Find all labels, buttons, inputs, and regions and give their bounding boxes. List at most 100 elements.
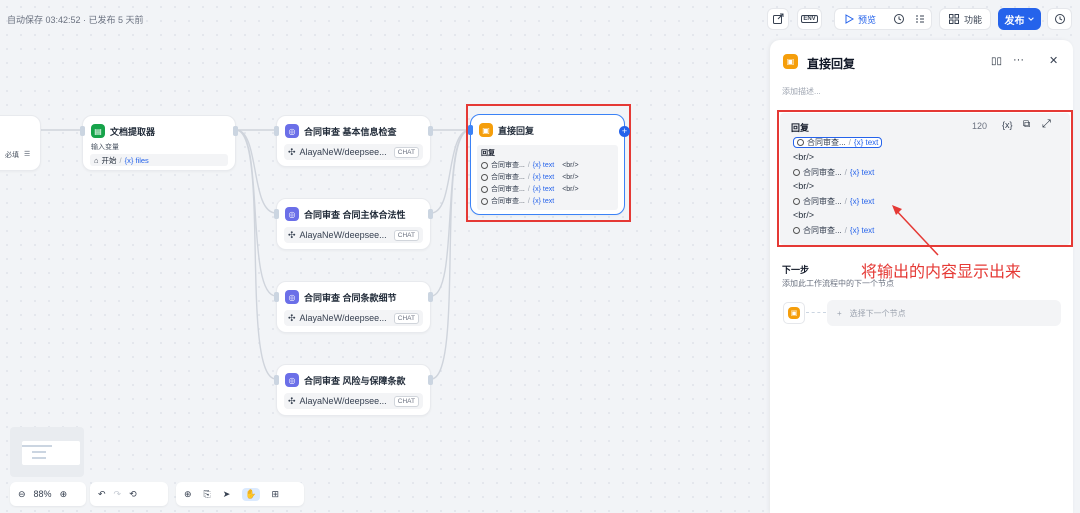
br-tag: <br/> xyxy=(562,185,579,193)
chat-badge: CHAT xyxy=(393,312,419,324)
node-title: 合同审查 合同条款细节 xyxy=(304,292,397,303)
node-title: 合同审查 合同主体合法性 xyxy=(304,209,406,220)
source-node-label: 开始 xyxy=(101,155,117,165)
output-handle[interactable] xyxy=(428,292,433,302)
output-handle[interactable] xyxy=(428,375,433,385)
minimap[interactable] xyxy=(10,427,84,477)
llm-node-clause-details[interactable]: ◎ 合同审查 合同条款细节 ✣ AlayaNeW/deepsee... CHAT xyxy=(274,281,433,333)
llm-icon: ◎ xyxy=(285,373,299,387)
edge-extractor-llm4 xyxy=(235,129,277,380)
edge-llm2-reply xyxy=(430,129,471,214)
next-step-title: 下一步 xyxy=(782,265,810,275)
close-icon[interactable]: ✕ xyxy=(1049,54,1058,67)
share-button[interactable] xyxy=(767,8,789,30)
model-name: AlayaNeW/deepsee... xyxy=(299,313,387,323)
annotation-text: 将输出的内容显示出来 xyxy=(861,264,1022,281)
undo-icon[interactable]: ↶ xyxy=(98,489,106,500)
llm-node-basic-info[interactable]: ◎ 合同审查 基本信息检查 ✣ AlayaNeW/deepsee... CHAT xyxy=(274,115,433,167)
list-icon: ☰ xyxy=(24,151,31,158)
output-handle[interactable] xyxy=(233,126,238,136)
llm-ref-icon xyxy=(481,197,488,205)
input-handle[interactable] xyxy=(274,292,279,302)
reply-icon: ▣ xyxy=(783,54,798,69)
reply-row: 合同审查... / {x} text <br/> xyxy=(481,159,614,171)
model-icon: ✣ xyxy=(288,229,296,240)
organize-icon[interactable]: ⊞ xyxy=(272,489,280,500)
input-handle[interactable] xyxy=(274,375,279,385)
run-history-icon[interactable] xyxy=(893,13,905,25)
llm-node-subject-legality[interactable]: ◎ 合同审查 合同主体合法性 ✣ AlayaNeW/deepsee... CHA… xyxy=(274,198,433,250)
input-handle[interactable] xyxy=(468,125,473,135)
ref-variable: {x} text xyxy=(532,185,555,193)
preview-button[interactable]: 预览 xyxy=(843,13,876,26)
br-tag: <br/> xyxy=(562,161,579,169)
model-icon: ✣ xyxy=(288,395,296,406)
direct-reply-node[interactable]: ▣ 直接回复 回复 合同审查... / {x} text <br/> 合同审查.… xyxy=(468,114,630,215)
ref-variable: {x} text xyxy=(532,197,555,205)
add-next-node-icon[interactable]: + xyxy=(619,126,630,137)
ref-variable: {x} text xyxy=(532,173,555,181)
history-icon[interactable]: ⟲ xyxy=(129,489,137,500)
reply-icon: ▣ xyxy=(788,307,800,319)
zoom-in-icon[interactable]: ⊕ xyxy=(60,489,68,500)
description-field[interactable]: 添加描述... xyxy=(782,86,821,97)
output-handle[interactable] xyxy=(428,126,433,136)
input-handle[interactable] xyxy=(274,126,279,136)
ref-node: 合同审查... xyxy=(491,186,525,193)
history-icon xyxy=(1054,14,1065,24)
model-name: AlayaNeW/deepsee... xyxy=(299,147,387,157)
more-icon[interactable]: ··· xyxy=(1013,54,1024,66)
annotation-arrow xyxy=(892,205,939,256)
history-controls: ↶ ↷ ⟲ xyxy=(90,482,168,506)
hand-icon[interactable]: ✋ xyxy=(242,487,260,501)
reply-row: 合同审查... / {x} text <br/> xyxy=(481,183,614,195)
checklist-icon[interactable] xyxy=(914,13,926,25)
chevron-down-icon xyxy=(1027,17,1034,21)
reply-icon: ▣ xyxy=(479,123,493,137)
model-name: AlayaNeW/deepsee... xyxy=(299,396,387,406)
start-node[interactable]: 必填 ☰ xyxy=(0,115,41,171)
version-history-button[interactable] xyxy=(1047,8,1072,30)
ref-node: 合同审查... xyxy=(491,162,525,169)
reply-row: 合同审查... / {x} text <br/> xyxy=(481,171,614,183)
select-next-node-button[interactable]: + 选择下一个节点 xyxy=(827,300,1061,326)
preview-group: 预览 xyxy=(834,8,932,30)
redo-icon[interactable]: ↷ xyxy=(114,489,122,500)
model-name: AlayaNeW/deepsee... xyxy=(299,230,387,240)
zoom-out-icon[interactable]: ⊖ xyxy=(18,489,26,500)
add-node-icon[interactable]: ⊕ xyxy=(184,489,192,500)
llm-node-risk-guarantee[interactable]: ◎ 合同审查 风险与保障条款 ✣ AlayaNeW/deepsee... CHA… xyxy=(274,364,433,416)
reply-row: 合同审查... / {x} text xyxy=(481,195,614,207)
features-button[interactable]: 功能 xyxy=(939,8,991,30)
input-handle[interactable] xyxy=(274,209,279,219)
edge-llm4-reply xyxy=(430,129,471,380)
input-handle[interactable] xyxy=(80,126,85,136)
edge-extractor-llm2 xyxy=(235,129,277,214)
chat-badge: CHAT xyxy=(393,395,419,407)
env-button[interactable]: ENV xyxy=(797,8,822,30)
pointer-icon[interactable]: ➤ xyxy=(223,489,231,500)
llm-icon: ◎ xyxy=(285,124,299,138)
current-node-icon-box: ▣ xyxy=(783,302,805,324)
llm-ref-icon xyxy=(481,161,488,169)
book-icon[interactable]: ▯▯ xyxy=(991,56,1002,67)
plus-icon: + xyxy=(837,308,842,318)
llm-icon: ◎ xyxy=(285,290,299,304)
preview-label: 预览 xyxy=(858,14,877,25)
zoom-controls: ⊖ 88% ⊕ xyxy=(10,482,86,506)
save-status: 自动保存 03:42:52 · 已发布 5 天前 xyxy=(7,15,144,25)
ref-node: 合同审查... xyxy=(491,174,525,181)
features-label: 功能 xyxy=(963,14,982,25)
env-label: ENV xyxy=(801,15,818,23)
node-title: 直接回复 xyxy=(498,125,535,136)
publish-label: 发布 xyxy=(1004,15,1025,27)
br-tag: <br/> xyxy=(562,173,579,181)
chat-badge: CHAT xyxy=(393,229,419,241)
llm-ref-icon xyxy=(481,173,488,181)
output-handle[interactable] xyxy=(428,209,433,219)
zoom-level[interactable]: 88% xyxy=(34,489,52,499)
export-icon xyxy=(773,13,784,24)
document-extractor-node[interactable]: ▤ 文档提取器 输入变量 ⌂ 开始 / {x} files xyxy=(80,115,238,171)
publish-button[interactable]: 发布 xyxy=(998,8,1041,30)
add-note-icon[interactable]: ⎘ xyxy=(204,489,211,500)
